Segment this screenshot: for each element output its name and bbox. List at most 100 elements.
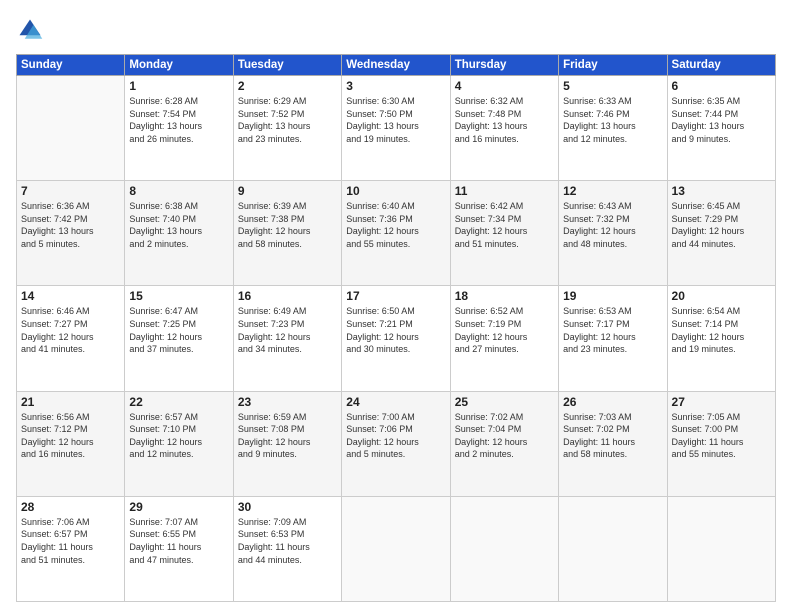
calendar-day-cell: 17Sunrise: 6:50 AM Sunset: 7:21 PM Dayli… <box>342 286 450 391</box>
calendar-day-cell: 14 Sunrise: 6:46 AM Sunset: 7:27 PM Dayli… <box>17 286 125 391</box>
calendar-day-cell <box>450 496 558 601</box>
day-number: 24 <box>346 395 445 409</box>
calendar-day-cell: 16 Sunrise: 6:49 AM Sunset: 7:23 PM Dayli… <box>233 286 341 391</box>
day-info: Sunrise: 7:06 AM Sunset: 6:57 PM Dayligh… <box>21 516 120 566</box>
page-container: SundayMondayTuesdayWednesdayThursdayFrid… <box>0 0 792 612</box>
weekday-header-row: SundayMondayTuesdayWednesdayThursdayFrid… <box>17 55 776 76</box>
day-info: Sunrise: 7:09 AM Sunset: 6:53 PM Dayligh… <box>238 516 337 566</box>
day-info: Sunrise: 7:02 AM Sunset: 7:04 PM Dayligh… <box>455 411 554 461</box>
day-number: 2 <box>238 79 337 93</box>
logo-icon <box>16 16 44 44</box>
calendar-day-cell: 8 Sunrise: 6:38 AM Sunset: 7:40 PM Daylig… <box>125 181 233 286</box>
day-info: Sunrise: 6:28 AM Sunset: 7:54 PM Dayligh… <box>129 95 228 145</box>
day-number: 6 <box>672 79 771 93</box>
calendar-day-cell: 29 Sunrise: 7:07 AM Sunset: 6:55 PM Dayli… <box>125 496 233 601</box>
day-number: 7 <box>21 184 120 198</box>
day-info: Sunrise: 6:53 AM Sunset: 7:17 PM Dayligh… <box>563 305 662 355</box>
day-number: 21 <box>21 395 120 409</box>
calendar-day-cell <box>667 496 775 601</box>
calendar-day-cell: 10Sunrise: 6:40 AM Sunset: 7:36 PM Dayli… <box>342 181 450 286</box>
calendar-day-cell: 15 Sunrise: 6:47 AM Sunset: 7:25 PM Dayli… <box>125 286 233 391</box>
day-info: Sunrise: 6:45 AM Sunset: 7:29 PM Dayligh… <box>672 200 771 250</box>
calendar-day-cell: 7 Sunrise: 6:36 AM Sunset: 7:42 PM Daylig… <box>17 181 125 286</box>
calendar-day-cell: 6 Sunrise: 6:35 AM Sunset: 7:44 PM Daylig… <box>667 76 775 181</box>
day-number: 16 <box>238 289 337 303</box>
weekday-header-monday: Monday <box>125 55 233 76</box>
day-info: Sunrise: 6:29 AM Sunset: 7:52 PM Dayligh… <box>238 95 337 145</box>
day-number: 4 <box>455 79 554 93</box>
day-number: 19 <box>563 289 662 303</box>
day-info: Sunrise: 6:33 AM Sunset: 7:46 PM Dayligh… <box>563 95 662 145</box>
day-number: 26 <box>563 395 662 409</box>
calendar-day-cell: 9 Sunrise: 6:39 AM Sunset: 7:38 PM Daylig… <box>233 181 341 286</box>
day-number: 15 <box>129 289 228 303</box>
calendar-day-cell: 28Sunrise: 7:06 AM Sunset: 6:57 PM Dayli… <box>17 496 125 601</box>
day-number: 9 <box>238 184 337 198</box>
day-number: 20 <box>672 289 771 303</box>
day-number: 3 <box>346 79 445 93</box>
day-info: Sunrise: 6:54 AM Sunset: 7:14 PM Dayligh… <box>672 305 771 355</box>
calendar-week-row: 7 Sunrise: 6:36 AM Sunset: 7:42 PM Daylig… <box>17 181 776 286</box>
day-info: Sunrise: 6:32 AM Sunset: 7:48 PM Dayligh… <box>455 95 554 145</box>
day-number: 27 <box>672 395 771 409</box>
day-number: 11 <box>455 184 554 198</box>
calendar-day-cell: 2 Sunrise: 6:29 AM Sunset: 7:52 PM Daylig… <box>233 76 341 181</box>
day-number: 5 <box>563 79 662 93</box>
day-info: Sunrise: 6:57 AM Sunset: 7:10 PM Dayligh… <box>129 411 228 461</box>
weekday-header-tuesday: Tuesday <box>233 55 341 76</box>
calendar-day-cell: 27 Sunrise: 7:05 AM Sunset: 7:00 PM Dayli… <box>667 391 775 496</box>
calendar-day-cell <box>559 496 667 601</box>
day-number: 14 <box>21 289 120 303</box>
day-number: 18 <box>455 289 554 303</box>
calendar-day-cell: 11 Sunrise: 6:42 AM Sunset: 7:34 PM Dayli… <box>450 181 558 286</box>
day-info: Sunrise: 6:35 AM Sunset: 7:44 PM Dayligh… <box>672 95 771 145</box>
day-info: Sunrise: 6:36 AM Sunset: 7:42 PM Dayligh… <box>21 200 120 250</box>
weekday-header-sunday: Sunday <box>17 55 125 76</box>
weekday-header-thursday: Thursday <box>450 55 558 76</box>
calendar-week-row: 28Sunrise: 7:06 AM Sunset: 6:57 PM Dayli… <box>17 496 776 601</box>
weekday-header-wednesday: Wednesday <box>342 55 450 76</box>
day-number: 22 <box>129 395 228 409</box>
weekday-header-friday: Friday <box>559 55 667 76</box>
calendar-day-cell: 4 Sunrise: 6:32 AM Sunset: 7:48 PM Daylig… <box>450 76 558 181</box>
calendar-day-cell: 3 Sunrise: 6:30 AM Sunset: 7:50 PM Daylig… <box>342 76 450 181</box>
day-number: 25 <box>455 395 554 409</box>
day-info: Sunrise: 6:47 AM Sunset: 7:25 PM Dayligh… <box>129 305 228 355</box>
day-number: 1 <box>129 79 228 93</box>
day-info: Sunrise: 6:52 AM Sunset: 7:19 PM Dayligh… <box>455 305 554 355</box>
day-info: Sunrise: 6:39 AM Sunset: 7:38 PM Dayligh… <box>238 200 337 250</box>
day-info: Sunrise: 6:30 AM Sunset: 7:50 PM Dayligh… <box>346 95 445 145</box>
day-info: Sunrise: 7:05 AM Sunset: 7:00 PM Dayligh… <box>672 411 771 461</box>
calendar-day-cell: 23 Sunrise: 6:59 AM Sunset: 7:08 PM Dayli… <box>233 391 341 496</box>
day-info: Sunrise: 7:00 AM Sunset: 7:06 PM Dayligh… <box>346 411 445 461</box>
calendar-day-cell: 13Sunrise: 6:45 AM Sunset: 7:29 PM Dayli… <box>667 181 775 286</box>
day-info: Sunrise: 6:42 AM Sunset: 7:34 PM Dayligh… <box>455 200 554 250</box>
day-info: Sunrise: 6:56 AM Sunset: 7:12 PM Dayligh… <box>21 411 120 461</box>
day-info: Sunrise: 6:40 AM Sunset: 7:36 PM Dayligh… <box>346 200 445 250</box>
calendar-day-cell: 1 Sunrise: 6:28 AM Sunset: 7:54 PM Daylig… <box>125 76 233 181</box>
day-info: Sunrise: 6:46 AM Sunset: 7:27 PM Dayligh… <box>21 305 120 355</box>
calendar-day-cell: 12 Sunrise: 6:43 AM Sunset: 7:32 PM Dayli… <box>559 181 667 286</box>
day-number: 8 <box>129 184 228 198</box>
calendar-week-row: 21 Sunrise: 6:56 AM Sunset: 7:12 PM Dayli… <box>17 391 776 496</box>
calendar-day-cell: 22 Sunrise: 6:57 AM Sunset: 7:10 PM Dayli… <box>125 391 233 496</box>
day-number: 23 <box>238 395 337 409</box>
day-info: Sunrise: 6:50 AM Sunset: 7:21 PM Dayligh… <box>346 305 445 355</box>
calendar-day-cell: 30Sunrise: 7:09 AM Sunset: 6:53 PM Dayli… <box>233 496 341 601</box>
calendar-day-cell: 21 Sunrise: 6:56 AM Sunset: 7:12 PM Dayli… <box>17 391 125 496</box>
day-info: Sunrise: 6:49 AM Sunset: 7:23 PM Dayligh… <box>238 305 337 355</box>
logo <box>16 16 48 44</box>
day-number: 29 <box>129 500 228 514</box>
calendar-week-row: 1 Sunrise: 6:28 AM Sunset: 7:54 PM Daylig… <box>17 76 776 181</box>
day-info: Sunrise: 7:07 AM Sunset: 6:55 PM Dayligh… <box>129 516 228 566</box>
day-info: Sunrise: 6:38 AM Sunset: 7:40 PM Dayligh… <box>129 200 228 250</box>
header <box>16 16 776 44</box>
day-info: Sunrise: 6:59 AM Sunset: 7:08 PM Dayligh… <box>238 411 337 461</box>
day-number: 12 <box>563 184 662 198</box>
calendar-table: SundayMondayTuesdayWednesdayThursdayFrid… <box>16 54 776 602</box>
day-info: Sunrise: 7:03 AM Sunset: 7:02 PM Dayligh… <box>563 411 662 461</box>
calendar-day-cell <box>17 76 125 181</box>
day-info: Sunrise: 6:43 AM Sunset: 7:32 PM Dayligh… <box>563 200 662 250</box>
calendar-day-cell: 20 Sunrise: 6:54 AM Sunset: 7:14 PM Dayli… <box>667 286 775 391</box>
calendar-week-row: 14 Sunrise: 6:46 AM Sunset: 7:27 PM Dayli… <box>17 286 776 391</box>
